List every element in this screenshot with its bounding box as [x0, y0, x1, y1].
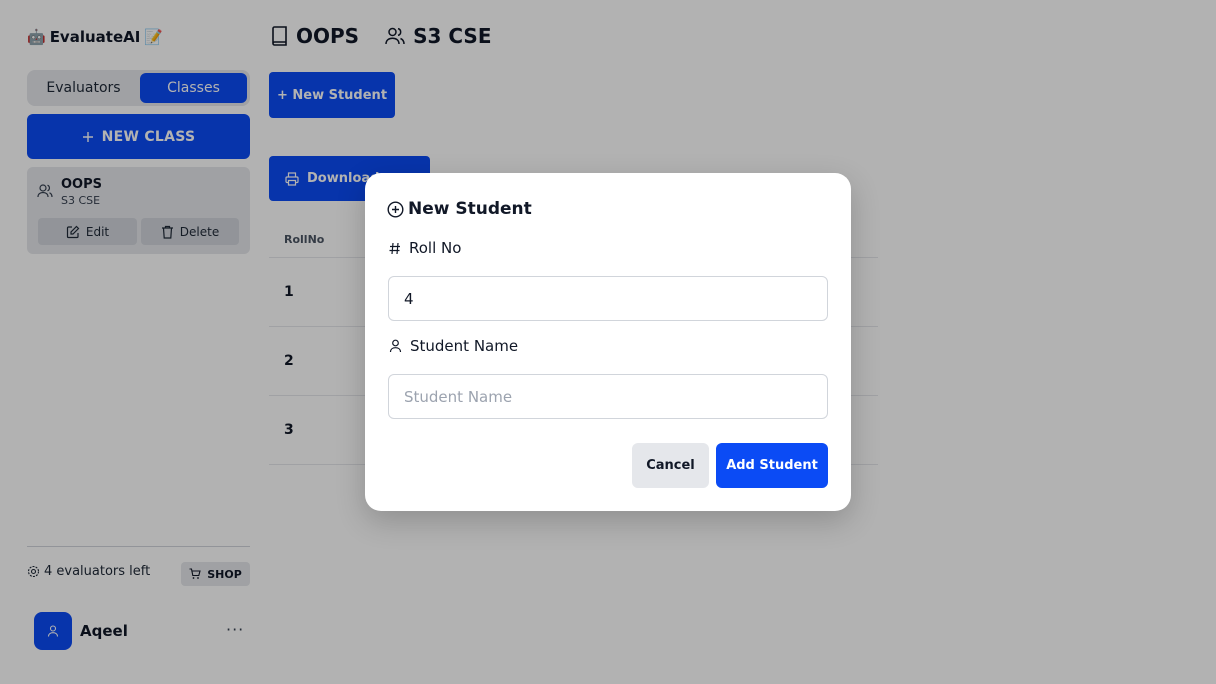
- new-student-dialog: New Student Roll No Student Name Cancel …: [365, 173, 851, 511]
- roll-no-input[interactable]: [388, 276, 828, 321]
- student-name-label-text: Student Name: [410, 337, 519, 355]
- hash-icon: [389, 242, 401, 255]
- user-icon: [389, 339, 402, 353]
- plus-circle-icon: [387, 200, 404, 218]
- student-name-input[interactable]: [388, 374, 828, 419]
- student-name-label: Student Name: [389, 337, 518, 355]
- cancel-button[interactable]: Cancel: [632, 443, 709, 488]
- dialog-title-text: New Student: [408, 199, 532, 219]
- add-student-button[interactable]: Add Student: [716, 443, 828, 488]
- roll-no-label-text: Roll No: [409, 239, 462, 257]
- roll-no-label: Roll No: [389, 239, 461, 257]
- dialog-title: New Student: [387, 199, 532, 219]
